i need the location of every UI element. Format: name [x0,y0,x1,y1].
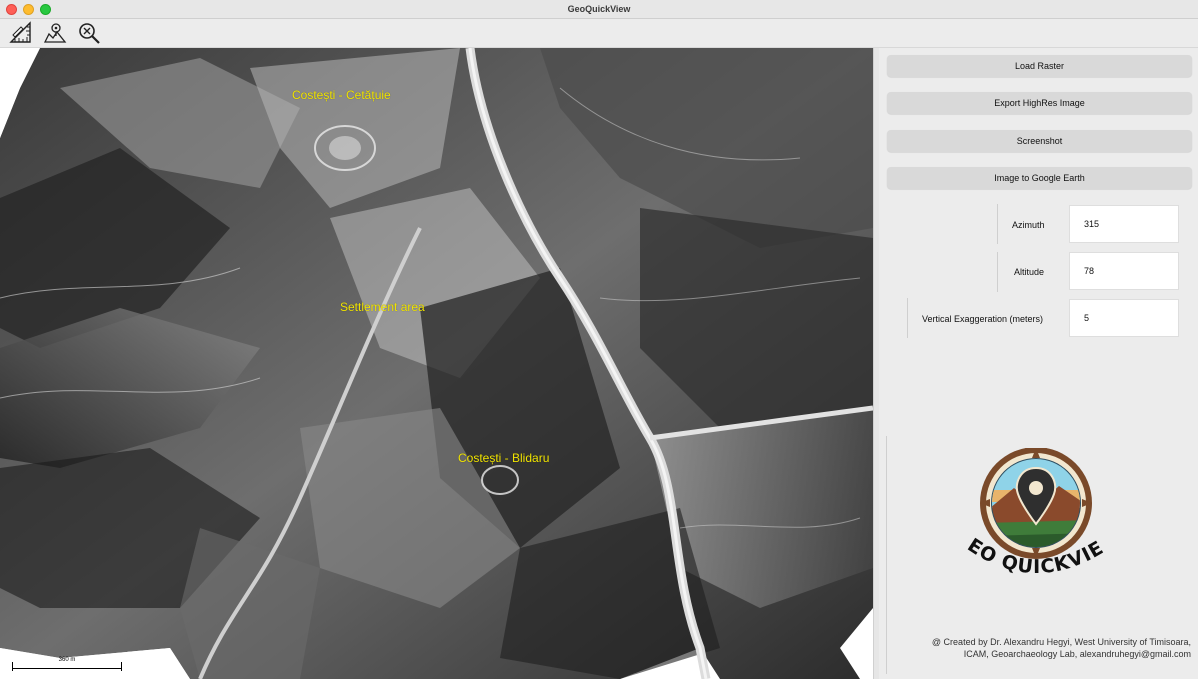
zoom-reset-icon [79,23,100,44]
divider [997,252,998,292]
export-highres-button[interactable]: Export HighRes Image [887,92,1192,114]
scale-bar: 360 m [12,657,122,671]
divider [886,436,887,674]
window-title: GeoQuickView [567,4,631,14]
altitude-label: Altitude [1014,267,1045,277]
google-earth-button[interactable]: Image to Google Earth [887,167,1192,189]
divider [997,204,998,244]
credits: @ Created by Dr. Alexandru Hegyi, West U… [891,636,1191,660]
azimuth-input[interactable] [1069,205,1179,243]
azimuth-label: Azimuth [1012,220,1045,230]
profile-tool-button[interactable] [42,20,68,46]
credit-line-2: ICAM, Geoarchaeology Lab, alexandruhegyi… [963,649,1191,659]
site-label-settlement: Settlement area [340,300,425,314]
zoom-reset-button[interactable] [76,20,102,46]
window-controls [6,4,51,15]
maximize-window-button[interactable] [40,4,51,15]
minimize-window-button[interactable] [23,4,34,15]
site-label-cetatuie: Costești - Cetățuie [292,88,391,102]
vertical-exaggeration-label: Vertical Exaggeration (meters) [922,314,1044,324]
load-raster-button[interactable]: Load Raster [887,55,1192,77]
control-panel: Load Raster Export HighRes Image Screens… [879,48,1198,679]
credit-line-1: @ Created by Dr. Alexandru Hegyi, West U… [931,637,1191,647]
ruler-tool-button[interactable] [8,20,34,46]
map-profile-icon [43,23,67,43]
map-canvas[interactable]: Costești - Cetățuie Settlement area Cost… [0,48,873,679]
geo-quickview-logo: GEO QUICKVIEW [954,448,1107,578]
ruler-icon [9,21,31,43]
title-bar: GeoQuickView [0,0,1198,19]
close-window-button[interactable] [6,4,17,15]
scale-bar-label: 360 m [58,657,76,663]
site-label-blidaru: Costești - Blidaru [458,451,550,465]
hillshade-raster [0,48,873,679]
divider [907,298,908,338]
altitude-input[interactable] [1069,252,1179,290]
toolbar [0,19,1198,48]
screenshot-button[interactable]: Screenshot [887,130,1192,152]
vertical-exaggeration-input[interactable] [1069,299,1179,337]
